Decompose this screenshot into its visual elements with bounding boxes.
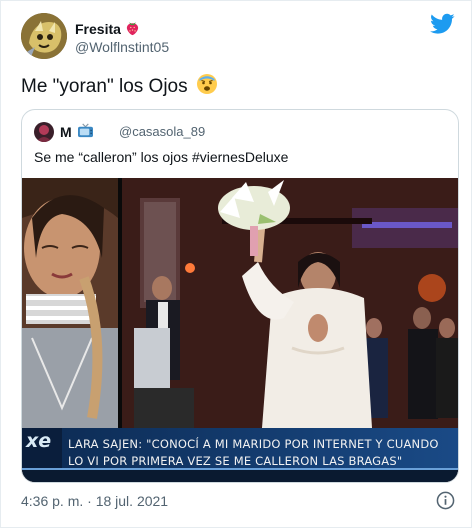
author-name-row[interactable]: Fresita xyxy=(75,19,141,39)
info-icon[interactable] xyxy=(436,491,455,510)
quoted-tweet-text: Se me “calleron” los ojos #viernesDeluxe xyxy=(34,149,289,165)
quoted-author-name[interactable]: M xyxy=(60,124,72,140)
tweet-text-row: Me "yoran" los Ojos xyxy=(21,73,218,101)
quoted-tweet[interactable]: M @casasola_89 Se me “calleron” los ojos… xyxy=(21,109,459,483)
tweet-text: Me "yoran" los Ojos xyxy=(21,76,188,97)
tweet-timestamp[interactable]: 4:36 p. m. · 18 jul. 2021 xyxy=(21,493,168,509)
quoted-author-handle[interactable]: @casasola_89 xyxy=(119,124,205,139)
author-avatar[interactable] xyxy=(21,13,67,59)
tweet-card: Fresita @Wolflnstint05 Me "yoran" los Oj… xyxy=(0,0,472,528)
strawberry-icon xyxy=(124,19,141,39)
television-icon xyxy=(77,123,94,141)
tv-caption-line-2: LO VI POR PRIMERA VEZ SE ME CALLERON LAS… xyxy=(68,454,403,468)
tv-caption-line-1: LARA SAJEN: "CONOCÍ A MI MARIDO POR INTE… xyxy=(68,437,439,451)
author-handle[interactable]: @Wolflnstint05 xyxy=(75,39,169,55)
tv-caption: LARA SAJEN: "CONOCÍ A MI MARIDO POR INTE… xyxy=(68,436,439,470)
twitter-bird-icon[interactable] xyxy=(430,13,455,35)
quoted-author-avatar[interactable] xyxy=(34,122,54,142)
anxious-face-icon xyxy=(196,73,218,101)
quoted-tweet-image[interactable]: xe LARA SAJEN: "CONOCÍ A MI MARIDO POR I… xyxy=(22,178,458,482)
quoted-author-name-row[interactable]: M xyxy=(60,123,94,141)
author-name[interactable]: Fresita xyxy=(75,21,121,37)
show-logo: xe xyxy=(26,430,52,452)
